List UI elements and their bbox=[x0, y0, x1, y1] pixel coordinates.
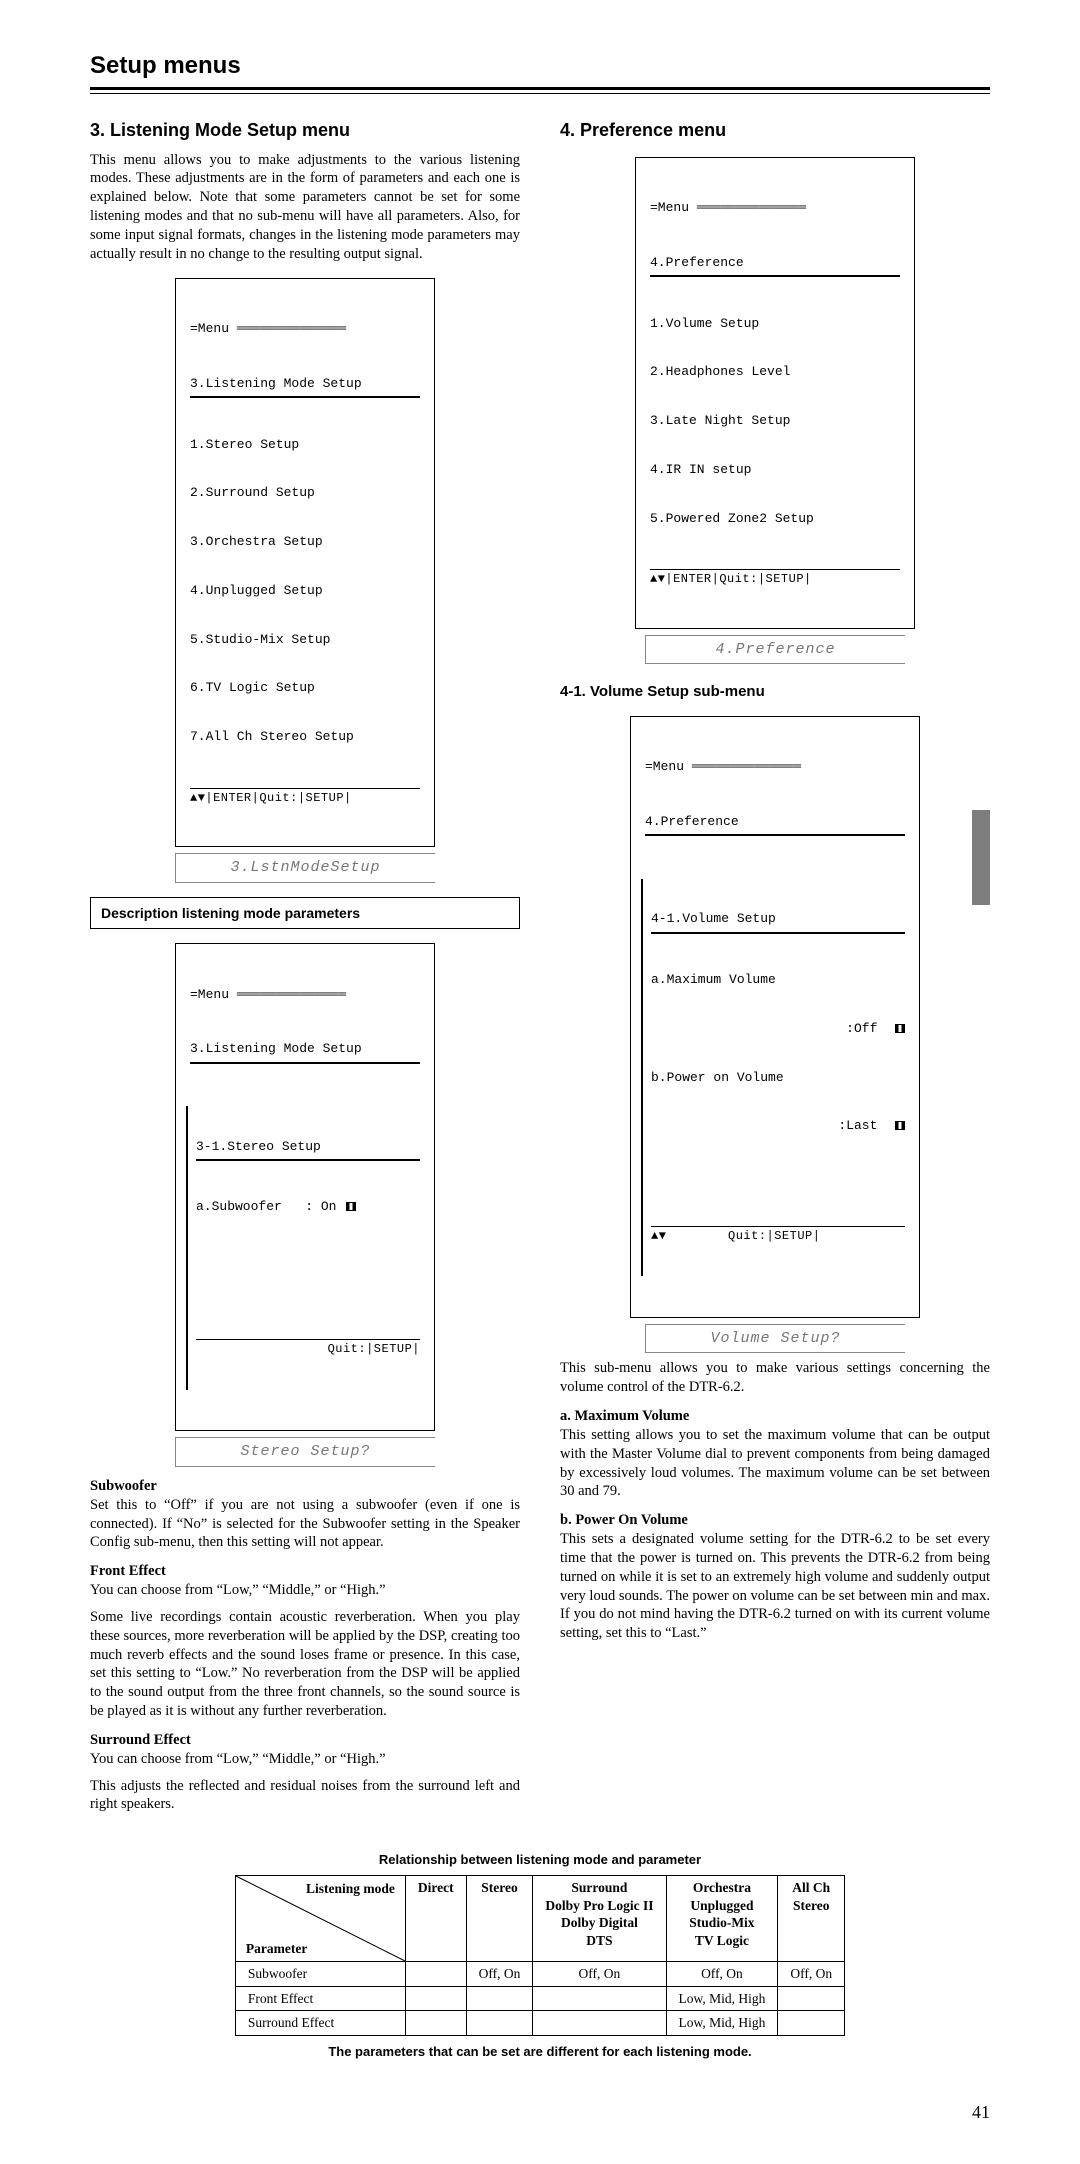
table-col-header: Stereo bbox=[466, 1876, 533, 1962]
table-col-header: All Ch Stereo bbox=[778, 1876, 845, 1962]
table-col-header: Orchestra Unplugged Studio-Mix TV Logic bbox=[666, 1876, 778, 1962]
osd-item: 4.IR IN setup bbox=[650, 462, 900, 478]
osd-item: 3.Orchestra Setup bbox=[190, 534, 420, 550]
left-right-icon bbox=[895, 1024, 905, 1033]
volume-intro-text: This sub-menu allows you to make various… bbox=[560, 1359, 990, 1397]
osd-item: 1.Volume Setup bbox=[650, 316, 900, 332]
rule-thin bbox=[90, 93, 990, 94]
osd-param-row: a.Subwoofer : On bbox=[196, 1199, 420, 1215]
osd-title: 4.Preference bbox=[645, 814, 905, 836]
up-down-icon: ▲▼ bbox=[651, 1229, 666, 1244]
osd-item: 5.Powered Zone2 Setup bbox=[650, 511, 900, 527]
table-row: Subwoofer Off, On Off, On Off, On Off, O… bbox=[235, 1962, 844, 1987]
max-volume-heading: a. Maximum Volume bbox=[560, 1407, 990, 1426]
relationship-table: Listening mode Parameter Direct Stereo S… bbox=[235, 1875, 845, 2036]
left-column: 3. Listening Mode Setup menu This menu a… bbox=[90, 119, 520, 1822]
section-3-heading: 3. Listening Mode Setup menu bbox=[90, 119, 520, 142]
up-down-icon: ▲▼ bbox=[650, 572, 665, 587]
description-params-heading: Description listening mode parameters bbox=[90, 897, 520, 929]
table-col-header: Surround Dolby Pro Logic II Dolby Digita… bbox=[533, 1876, 666, 1962]
table-caption: Relationship between listening mode and … bbox=[90, 1852, 990, 1869]
osd-param-row: b.Power on Volume bbox=[651, 1070, 905, 1086]
osd-menu-label: =Menu bbox=[645, 759, 684, 774]
lcd-readout: 4.Preference bbox=[645, 635, 905, 665]
osd-item: 2.Surround Setup bbox=[190, 485, 420, 501]
volume-setup-heading: 4-1. Volume Setup sub-menu bbox=[560, 682, 990, 702]
osd-menu-label: =Menu bbox=[190, 987, 229, 1002]
front-effect-heading: Front Effect bbox=[90, 1562, 520, 1581]
osd-stereo-setup: =Menu ══════════════ 3.Listening Mode Se… bbox=[90, 943, 520, 1467]
osd-item: 1.Stereo Setup bbox=[190, 437, 420, 453]
rule-thick bbox=[90, 87, 990, 90]
osd-listening-mode-menu: =Menu ══════════════ 3.Listening Mode Se… bbox=[90, 278, 520, 883]
osd-volume-setup: =Menu ══════════════ 4.Preference 4-1.Vo… bbox=[560, 716, 990, 1354]
max-volume-text: This setting allows you to set the maxim… bbox=[560, 1426, 990, 1501]
osd-preference-menu: =Menu ══════════════ 4.Preference 1.Volu… bbox=[560, 157, 990, 665]
osd-menu-label: =Menu bbox=[190, 321, 229, 336]
table-row: Front Effect Low, Mid, High bbox=[235, 1986, 844, 2011]
lcd-readout: Volume Setup? bbox=[645, 1324, 905, 1354]
table-diagonal-header: Listening mode Parameter bbox=[235, 1876, 405, 1962]
osd-footer: Quit:|SETUP| bbox=[196, 1339, 420, 1357]
page-number: 41 bbox=[90, 2101, 990, 2124]
osd-menu-label: =Menu bbox=[650, 200, 689, 215]
osd-param-row: a.Maximum Volume bbox=[651, 972, 905, 988]
osd-subtitle: 3-1.Stereo Setup bbox=[196, 1139, 420, 1161]
lcd-readout: 3.LstnModeSetup bbox=[175, 853, 435, 883]
power-on-volume-text: This sets a designated volume setting fo… bbox=[560, 1530, 990, 1643]
osd-footer: ▲▼|ENTER|Quit:|SETUP| bbox=[190, 788, 420, 806]
front-effect-text: You can choose from “Low,” “Middle,” or … bbox=[90, 1581, 520, 1600]
left-right-icon bbox=[346, 1202, 356, 1211]
osd-subtitle: 4-1.Volume Setup bbox=[651, 911, 905, 933]
sidebar-tab bbox=[972, 810, 990, 905]
front-effect-text: Some live recordings contain acoustic re… bbox=[90, 1608, 520, 1721]
osd-title: 3.Listening Mode Setup bbox=[190, 1041, 420, 1063]
osd-item: 3.Late Night Setup bbox=[650, 413, 900, 429]
osd-footer: ▲▼ Quit:|SETUP| bbox=[651, 1226, 905, 1244]
lcd-readout: Stereo Setup? bbox=[175, 1437, 435, 1467]
osd-title: 4.Preference bbox=[650, 255, 900, 277]
osd-item: 6.TV Logic Setup bbox=[190, 680, 420, 696]
osd-item: 2.Headphones Level bbox=[650, 364, 900, 380]
osd-param-value: :Last bbox=[651, 1118, 905, 1134]
table-col-header: Direct bbox=[405, 1876, 466, 1962]
section-3-intro: This menu allows you to make adjustments… bbox=[90, 151, 520, 264]
osd-item: 5.Studio-Mix Setup bbox=[190, 632, 420, 648]
left-right-icon bbox=[895, 1121, 905, 1130]
up-down-icon: ▲▼ bbox=[190, 791, 205, 806]
section-4-heading: 4. Preference menu bbox=[560, 119, 990, 142]
table-footnote: The parameters that can be set are diffe… bbox=[90, 2044, 990, 2061]
osd-title: 3.Listening Mode Setup bbox=[190, 376, 420, 398]
osd-footer: ▲▼|ENTER|Quit:|SETUP| bbox=[650, 569, 900, 587]
power-on-volume-heading: b. Power On Volume bbox=[560, 1511, 990, 1530]
subwoofer-heading: Subwoofer bbox=[90, 1477, 520, 1496]
subwoofer-text: Set this to “Off” if you are not using a… bbox=[90, 1496, 520, 1553]
surround-effect-text: This adjusts the reflected and residual … bbox=[90, 1777, 520, 1815]
osd-item: 4.Unplugged Setup bbox=[190, 583, 420, 599]
surround-effect-text: You can choose from “Low,” “Middle,” or … bbox=[90, 1750, 520, 1769]
osd-param-value: :Off bbox=[651, 1021, 905, 1037]
page-title: Setup menus bbox=[90, 50, 990, 81]
right-column: 4. Preference menu =Menu ══════════════ … bbox=[560, 119, 990, 1822]
osd-item: 7.All Ch Stereo Setup bbox=[190, 729, 420, 745]
surround-effect-heading: Surround Effect bbox=[90, 1731, 520, 1750]
table-row: Surround Effect Low, Mid, High bbox=[235, 2011, 844, 2036]
